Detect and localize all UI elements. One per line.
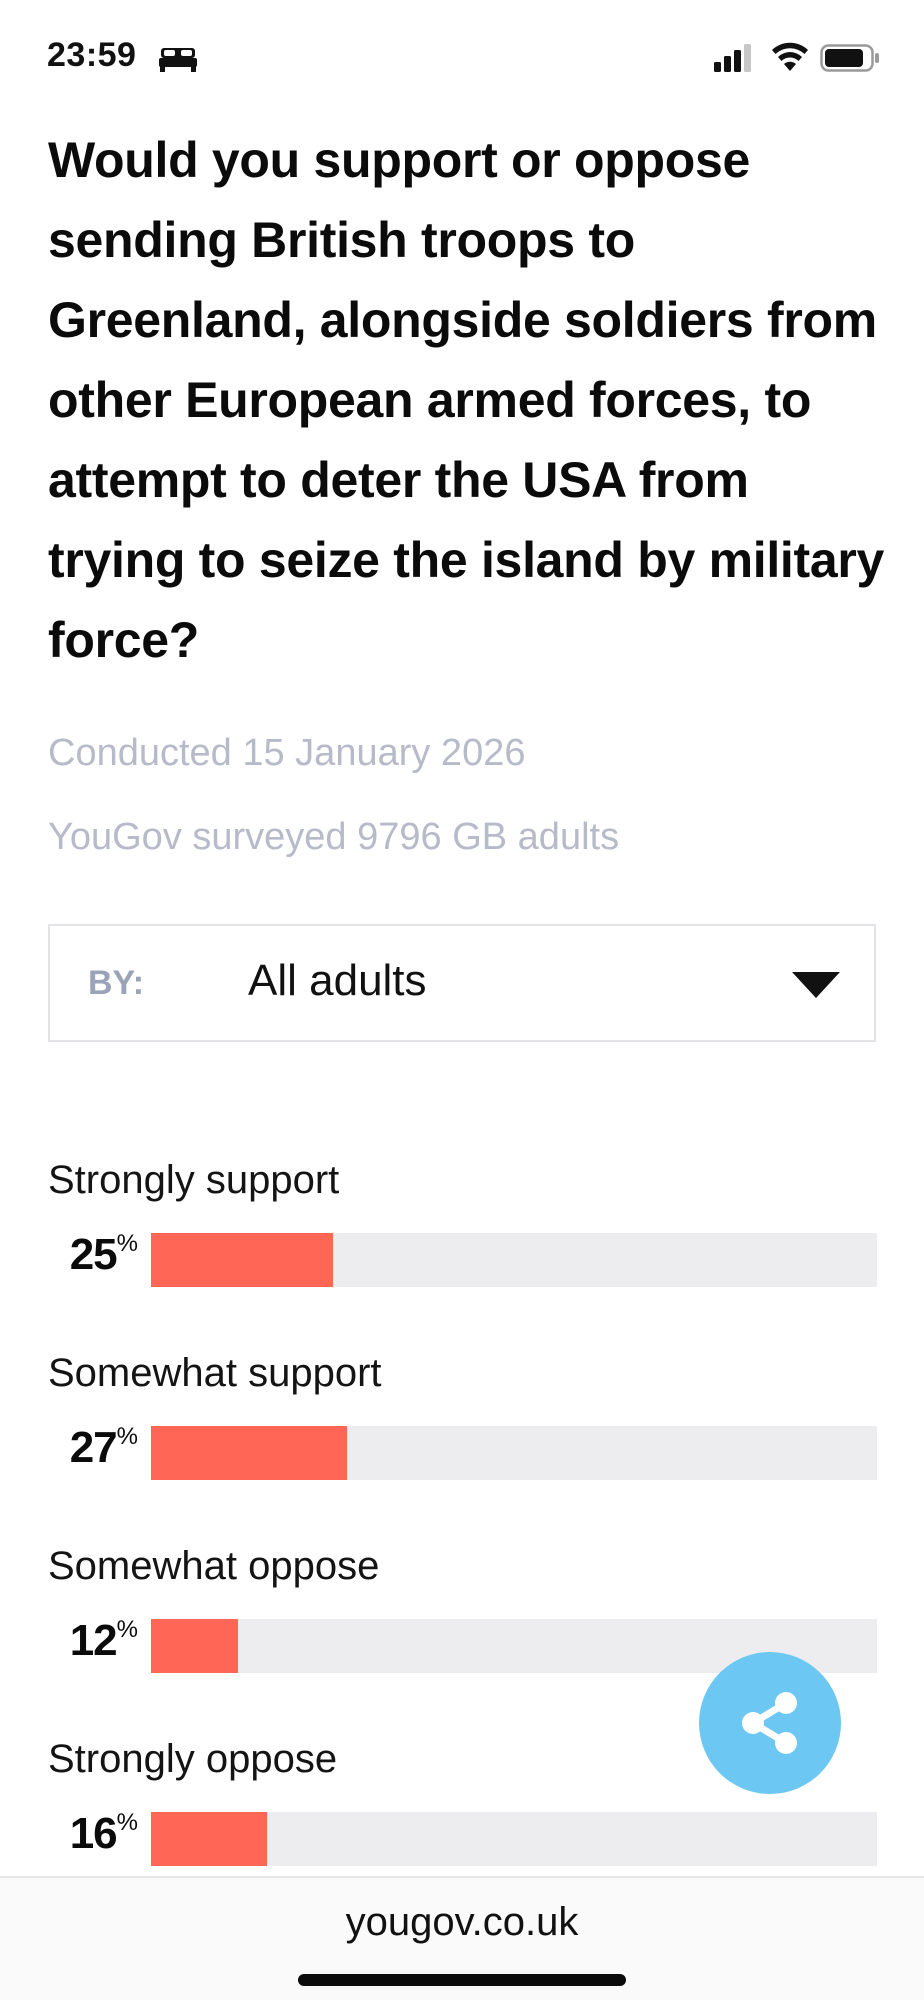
- survey-sample: YouGov surveyed 9796 GB adults: [48, 816, 620, 858]
- percent-sign: %: [116, 1230, 138, 1257]
- result-percentage: 12%: [70, 1616, 138, 1666]
- result-value: 12: [69, 1616, 118, 1665]
- share-icon: [742, 1692, 797, 1754]
- status-bar: 23:59: [0, 0, 924, 110]
- percent-sign: %: [116, 1423, 138, 1450]
- survey-date: Conducted 15 January 2026: [48, 732, 526, 774]
- dropdown-label: BY:: [88, 964, 145, 1002]
- result-percentage: 27%: [70, 1423, 138, 1473]
- result-label: Strongly oppose: [48, 1737, 338, 1781]
- dropdown-selected-value: All adults: [248, 956, 427, 1005]
- home-indicator[interactable]: [298, 1974, 626, 1986]
- result-value: 16: [69, 1809, 118, 1858]
- breakdown-dropdown[interactable]: BY: All adults: [48, 924, 876, 1042]
- bar-track: [151, 1233, 877, 1287]
- result-row: Strongly support 25%: [0, 1158, 924, 1298]
- result-percentage: 16%: [70, 1809, 138, 1859]
- bar-fill: [151, 1233, 333, 1287]
- result-label: Somewhat oppose: [48, 1544, 380, 1588]
- bar-track: [151, 1426, 877, 1480]
- browser-url-bar[interactable]: yougov.co.uk: [0, 1876, 924, 2000]
- share-button[interactable]: [699, 1652, 841, 1794]
- percent-sign: %: [116, 1616, 138, 1643]
- screen: 23:59 Would you support or oppose sendin…: [0, 0, 924, 2000]
- bed-icon: [159, 46, 197, 77]
- result-percentage: 25%: [70, 1230, 138, 1280]
- caret-down-icon: [792, 972, 840, 1003]
- signal-icon: [714, 44, 752, 77]
- url-text: yougov.co.uk: [345, 1900, 579, 1944]
- status-time: 23:59: [47, 36, 137, 74]
- bar-fill: [151, 1812, 268, 1866]
- result-label: Somewhat support: [48, 1351, 382, 1395]
- bar-fill: [151, 1426, 348, 1480]
- bar-track: [151, 1812, 877, 1866]
- percent-sign: %: [116, 1809, 138, 1836]
- result-value: 25: [69, 1230, 118, 1279]
- result-value: 27: [69, 1423, 118, 1472]
- poll-question: Would you support or oppose sending Brit…: [48, 132, 885, 668]
- result-label: Strongly support: [48, 1158, 340, 1202]
- bar-fill: [151, 1619, 239, 1673]
- result-row: Somewhat support 27%: [0, 1351, 924, 1491]
- battery-icon: [820, 44, 880, 77]
- wifi-icon: [772, 42, 808, 77]
